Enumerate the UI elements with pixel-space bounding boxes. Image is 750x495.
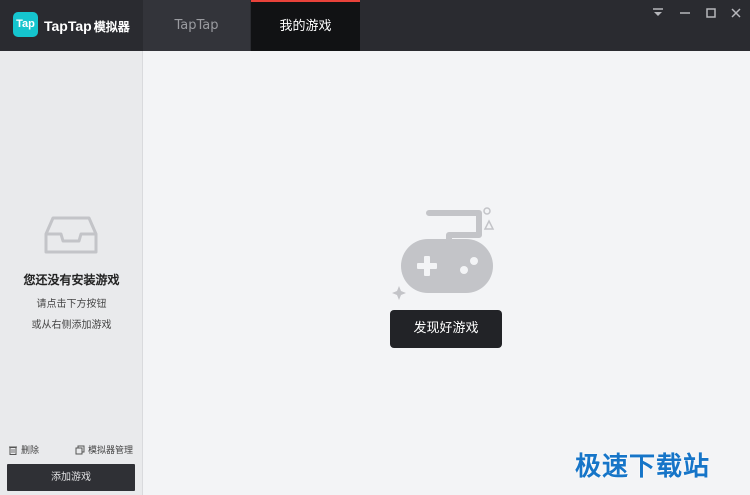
sidebar: 您还没有安装游戏 请点击下方按钮 或从右侧添加游戏 删除 模拟器管理 添加游戏 <box>0 51 143 495</box>
brand-subtitle: 模拟器 <box>93 20 130 34</box>
trash-icon <box>8 445 18 455</box>
main-content: 发现好游戏 <box>144 51 750 495</box>
empty-state-hint: 请点击下方按钮 <box>36 299 107 310</box>
discover-games-button[interactable]: 发现好游戏 <box>390 310 502 348</box>
copy-windows-icon <box>75 445 85 455</box>
title-bar: Tap TapTap 模拟器 TapTap 我的游戏 <box>0 0 750 51</box>
empty-state-hint-secondary: 或从右侧添加游戏 <box>31 320 112 331</box>
maximize-icon[interactable] <box>703 5 719 21</box>
tab-my-games[interactable]: 我的游戏 <box>251 0 360 51</box>
brand-name: TapTap <box>44 18 92 34</box>
site-watermark: 极速下载站 <box>575 452 711 482</box>
delete-label: 删除 <box>21 446 40 456</box>
gamepad-icon <box>389 203 504 303</box>
app-brand: TapTap 模拟器 <box>44 17 130 36</box>
delete-button[interactable]: 删除 <box>8 444 39 458</box>
minimize-icon[interactable] <box>677 5 693 21</box>
emulator-manage-label: 模拟器管理 <box>88 446 134 456</box>
inbox-icon <box>44 212 98 256</box>
tab-taptap[interactable]: TapTap <box>143 0 250 51</box>
emulator-manage-button[interactable]: 模拟器管理 <box>75 444 133 458</box>
empty-state-title: 您还没有安装游戏 <box>23 273 120 287</box>
add-game-button[interactable]: 添加游戏 <box>7 464 135 491</box>
dropdown-menu-icon[interactable] <box>650 5 666 21</box>
close-icon[interactable] <box>728 5 744 21</box>
taptap-logo: Tap <box>13 12 38 37</box>
